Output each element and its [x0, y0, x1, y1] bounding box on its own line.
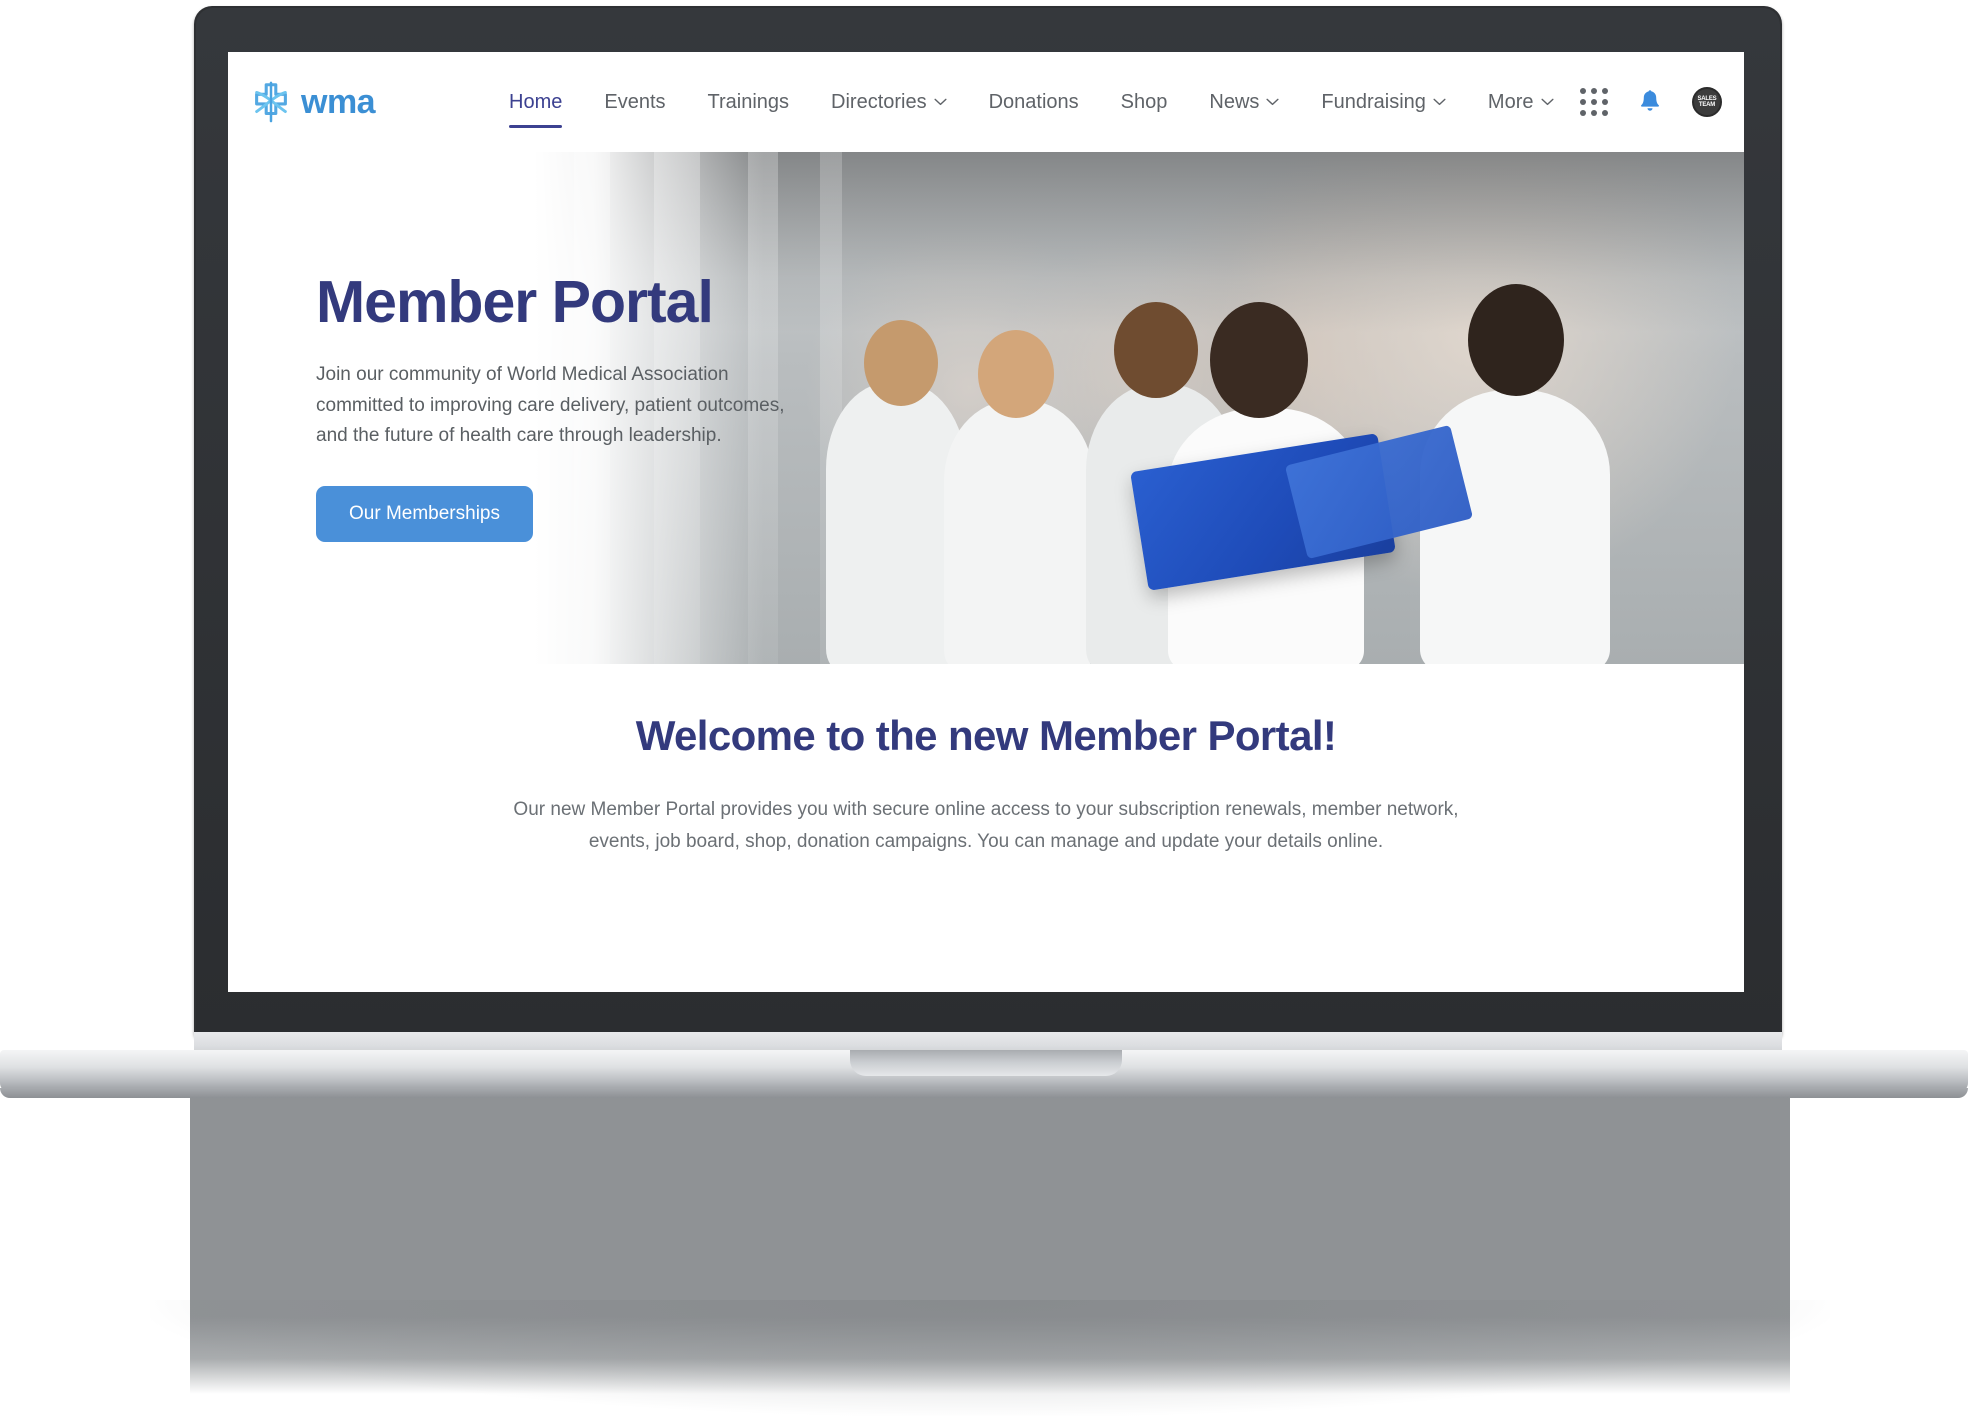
nav-item-shop[interactable]: Shop — [1100, 83, 1189, 122]
nav-item-label: Home — [509, 90, 563, 113]
hero-figure-head — [1210, 302, 1308, 418]
site-header: wma Home Events Trainings Directories Do… — [228, 52, 1744, 152]
chevron-down-icon — [1266, 98, 1279, 106]
brand-logo[interactable]: wma — [248, 79, 478, 125]
nav-item-fundraising[interactable]: Fundraising — [1300, 83, 1467, 122]
laptop-shadow-fade — [150, 1300, 1830, 1416]
nav-item-more[interactable]: More — [1467, 83, 1575, 122]
apps-grid-icon[interactable] — [1580, 88, 1608, 116]
wma-cross-logo-icon — [255, 81, 287, 123]
hero-figure-head — [978, 330, 1054, 418]
welcome-section: Welcome to the new Member Portal! Our ne… — [228, 664, 1744, 858]
hero-subtitle: Join our community of World Medical Asso… — [316, 363, 785, 447]
welcome-title: Welcome to the new Member Portal! — [635, 712, 1337, 759]
chevron-down-icon — [1540, 98, 1554, 106]
browser-screen: wma Home Events Trainings Directories Do… — [228, 52, 1744, 992]
hero-figure-head — [1468, 284, 1564, 396]
avatar-label: SALES TEAM — [1697, 96, 1717, 108]
nav-item-label: Donations — [988, 90, 1079, 113]
header-actions: SALES TEAM — [1580, 87, 1722, 117]
hero-copy: Member Portal Join our community of Worl… — [316, 269, 836, 543]
hero-figure — [944, 400, 1094, 664]
brand-name: wma — [301, 83, 376, 121]
hero-figure-head — [864, 320, 938, 406]
chevron-down-icon — [934, 98, 947, 106]
hero-figure-head — [1114, 302, 1198, 398]
laptop-base-edge — [0, 1088, 1968, 1098]
hero-section: Member Portal Join our community of Worl… — [228, 152, 1744, 664]
nav-item-label: News — [1209, 90, 1260, 113]
nav-item-news[interactable]: News — [1188, 83, 1300, 122]
nav-item-label: Directories — [831, 90, 927, 113]
our-memberships-button[interactable]: Our Memberships — [316, 486, 533, 543]
nav-item-label: More — [1487, 90, 1534, 113]
page-title: Member Portal — [316, 269, 714, 335]
main-nav: Home Events Trainings Directories Donati… — [488, 83, 1575, 128]
nav-item-label: Fundraising — [1321, 90, 1426, 113]
bell-icon[interactable] — [1638, 89, 1662, 115]
avatar[interactable]: SALES TEAM — [1692, 87, 1722, 117]
nav-item-directories[interactable]: Directories — [810, 83, 968, 122]
nav-item-trainings[interactable]: Trainings — [687, 83, 811, 122]
laptop-lid: wma Home Events Trainings Directories Do… — [194, 6, 1782, 1038]
nav-item-label: Shop — [1120, 90, 1168, 113]
nav-item-label: Events — [604, 90, 666, 113]
chevron-down-icon — [1433, 98, 1446, 106]
laptop-base-notch — [850, 1050, 1122, 1076]
nav-item-label: Trainings — [707, 90, 790, 113]
nav-item-events[interactable]: Events — [583, 83, 686, 122]
nav-item-donations[interactable]: Donations — [968, 83, 1100, 122]
laptop-mockup: wma Home Events Trainings Directories Do… — [0, 0, 1968, 1416]
welcome-body: Our new Member Portal provides you with … — [513, 799, 1459, 852]
nav-item-home[interactable]: Home — [488, 83, 583, 128]
